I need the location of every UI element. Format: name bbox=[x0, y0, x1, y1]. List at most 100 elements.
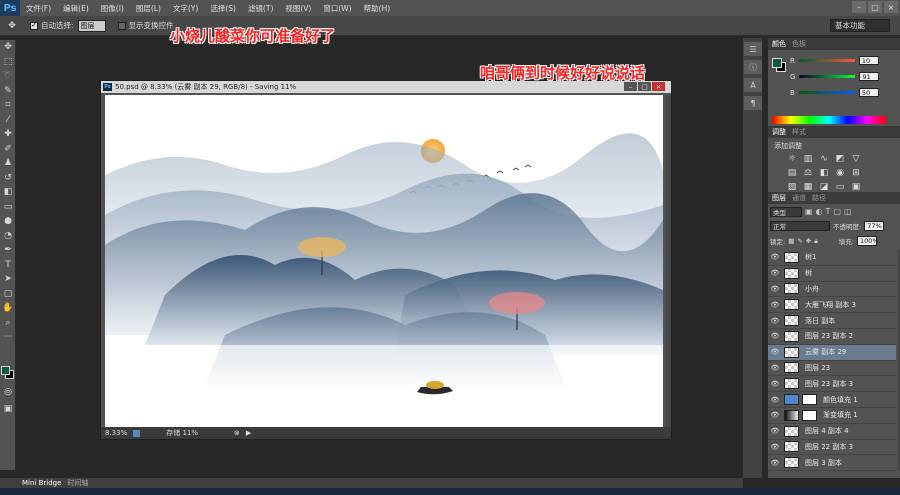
visibility-eye-icon[interactable]: 👁︎ bbox=[768, 285, 782, 293]
move-tool-icon[interactable]: ✥ bbox=[0, 21, 24, 31]
lasso-icon[interactable]: ➰ bbox=[0, 69, 16, 84]
crop-icon[interactable]: ⌗ bbox=[0, 98, 16, 113]
invert-icon[interactable]: ▨ bbox=[786, 182, 798, 192]
lock-paint-icon[interactable]: ✎ bbox=[797, 237, 802, 245]
visibility-eye-icon[interactable]: 👁︎ bbox=[768, 332, 782, 340]
tab-color[interactable]: 颜色 bbox=[772, 39, 786, 49]
visibility-eye-icon[interactable]: 👁︎ bbox=[768, 301, 782, 309]
layer-row[interactable]: 👁︎ 图层 22 副本 3 bbox=[768, 439, 896, 456]
tab-layers[interactable]: 图层 bbox=[772, 193, 786, 203]
red-slider[interactable] bbox=[798, 59, 855, 62]
vertical-scrollbar[interactable] bbox=[665, 95, 671, 427]
hue-saturation-icon[interactable]: ▤ bbox=[786, 168, 798, 178]
threshold-icon[interactable]: ◪ bbox=[818, 182, 830, 192]
brush-icon[interactable]: ✐ bbox=[0, 142, 16, 157]
doc-close-icon[interactable]: × bbox=[652, 82, 665, 91]
brightness-icon[interactable]: ☼ bbox=[786, 154, 798, 164]
visibility-eye-icon[interactable]: 👁︎ bbox=[768, 396, 782, 404]
visibility-eye-icon[interactable]: 👁︎ bbox=[768, 427, 782, 435]
menu-item[interactable]: 视图(V) bbox=[279, 3, 317, 14]
menu-item[interactable]: 文字(Y) bbox=[167, 3, 204, 14]
menu-item[interactable]: 选择(S) bbox=[204, 3, 242, 14]
layer-row[interactable]: 👁︎ 图层 23 副本 2 bbox=[768, 328, 896, 345]
exposure-icon[interactable]: ◩ bbox=[834, 154, 846, 164]
layer-row[interactable]: 👁︎ 落日 副本 bbox=[768, 313, 896, 329]
auto-select-dropdown[interactable]: 图层 bbox=[77, 19, 106, 32]
shape-icon[interactable]: ▢ bbox=[0, 287, 16, 302]
layer-row[interactable]: 👁︎ 树 bbox=[768, 265, 896, 282]
foreground-color-swatch[interactable] bbox=[1, 366, 10, 375]
quick-select-icon[interactable]: ✎ bbox=[0, 84, 16, 99]
more-tools-icon[interactable]: ⋯ bbox=[0, 330, 16, 345]
maximize-icon[interactable]: □ bbox=[868, 1, 882, 13]
blue-value[interactable]: 50 bbox=[858, 88, 879, 97]
photo-filter-icon[interactable]: ◉ bbox=[834, 168, 846, 178]
layer-row[interactable]: 👁︎ 图层 23 副本 3 bbox=[768, 376, 896, 393]
color-panel-fg-swatch[interactable] bbox=[772, 58, 782, 68]
opacity-value[interactable]: 77% bbox=[864, 221, 885, 231]
history-panel-icon[interactable]: ☰ bbox=[744, 42, 762, 56]
visibility-eye-icon[interactable]: 👁︎ bbox=[768, 253, 782, 261]
marquee-icon[interactable]: ⬚ bbox=[0, 55, 16, 70]
blue-slider[interactable] bbox=[798, 91, 855, 94]
layer-row[interactable]: 👁︎ 图层 23 bbox=[768, 360, 896, 377]
gradient-icon[interactable]: ▭ bbox=[0, 200, 16, 215]
menu-item[interactable]: 窗口(W) bbox=[317, 3, 357, 14]
green-slider[interactable] bbox=[799, 75, 856, 78]
lock-pixels-icon[interactable]: ▦ bbox=[788, 237, 794, 245]
eraser-icon[interactable]: ◧ bbox=[0, 185, 16, 200]
layer-row[interactable]: 👁︎ 大雁飞翔 副本 3 bbox=[768, 297, 896, 314]
type-icon[interactable]: T bbox=[0, 258, 16, 273]
visibility-eye-icon[interactable]: 👁︎ bbox=[768, 380, 782, 388]
history-brush-icon[interactable]: ↺ bbox=[0, 171, 16, 186]
channel-mixer-icon[interactable]: ⊞ bbox=[850, 168, 862, 178]
status-close-icon[interactable]: ⊗ bbox=[234, 429, 240, 437]
minimize-icon[interactable]: – bbox=[852, 1, 866, 13]
filter-pixel-icon[interactable]: ▣ bbox=[805, 207, 813, 216]
gradient-map-icon[interactable]: ▭ bbox=[834, 182, 846, 192]
character-panel-icon[interactable]: A bbox=[744, 78, 762, 92]
menu-item[interactable]: 图像(I) bbox=[95, 3, 130, 14]
selective-color-icon[interactable]: ▣ bbox=[850, 182, 862, 192]
visibility-eye-icon[interactable]: 👁︎ bbox=[768, 348, 782, 356]
visibility-eye-icon[interactable]: 👁︎ bbox=[768, 317, 782, 325]
filter-adjust-icon[interactable]: ◐ bbox=[816, 207, 823, 216]
healing-icon[interactable]: ✚ bbox=[0, 127, 16, 142]
properties-panel-icon[interactable]: ⓘ bbox=[744, 60, 762, 74]
filter-smart-icon[interactable]: ◫ bbox=[844, 207, 852, 216]
move-icon[interactable]: ✥ bbox=[0, 40, 16, 55]
levels-icon[interactable]: ▥ bbox=[802, 154, 814, 164]
blur-icon[interactable]: ● bbox=[0, 214, 16, 229]
layer-row[interactable]: 👁︎ 树1 bbox=[768, 250, 896, 266]
close-icon[interactable]: × bbox=[884, 1, 898, 13]
lock-all-icon[interactable]: 🔒︎ bbox=[814, 237, 817, 246]
visibility-eye-icon[interactable]: 👁︎ bbox=[768, 364, 782, 372]
curves-icon[interactable]: ∿ bbox=[818, 154, 830, 164]
color-spectrum[interactable] bbox=[772, 116, 886, 124]
status-arrow-icon[interactable]: ▶ bbox=[246, 429, 251, 437]
zoom-icon[interactable]: ⌕ bbox=[0, 316, 16, 331]
path-select-icon[interactable]: ➤ bbox=[0, 272, 16, 287]
color-balance-icon[interactable]: ⚖ bbox=[802, 168, 814, 178]
auto-select-checkbox[interactable]: ✓ bbox=[30, 21, 38, 30]
layer-row[interactable]: 👁︎ 颜色填充 1 bbox=[768, 392, 896, 408]
visibility-eye-icon[interactable]: 👁︎ bbox=[768, 269, 782, 277]
blend-mode-select[interactable]: 正常 bbox=[770, 221, 830, 231]
green-value[interactable]: 91 bbox=[859, 72, 880, 81]
tab-channels[interactable]: 通道 bbox=[792, 193, 806, 203]
menu-item[interactable]: 帮助(H) bbox=[358, 3, 397, 14]
doc-minimize-icon[interactable]: – bbox=[624, 82, 637, 91]
menu-item[interactable]: 图层(L) bbox=[130, 3, 167, 14]
menu-item[interactable]: 编辑(E) bbox=[57, 3, 95, 14]
workspace-dropdown[interactable]: 基本功能 bbox=[830, 19, 890, 32]
paragraph-panel-icon[interactable]: ¶ bbox=[744, 96, 762, 110]
zoom-level[interactable]: 8.33% bbox=[105, 429, 127, 437]
visibility-eye-icon[interactable]: 👁︎ bbox=[768, 459, 782, 467]
stamp-icon[interactable]: ♟ bbox=[0, 156, 16, 171]
screen-mode-icon[interactable]: ▣ bbox=[0, 402, 16, 417]
tab-mini-bridge[interactable]: Mini Bridge bbox=[22, 479, 61, 487]
layer-row[interactable]: 👁︎ 图层 4 副本 4 bbox=[768, 423, 896, 440]
hand-icon[interactable]: ✋ bbox=[0, 301, 16, 316]
quick-mask-icon[interactable]: ◎ bbox=[0, 385, 16, 400]
doc-restore-icon[interactable]: ▢ bbox=[638, 82, 651, 91]
